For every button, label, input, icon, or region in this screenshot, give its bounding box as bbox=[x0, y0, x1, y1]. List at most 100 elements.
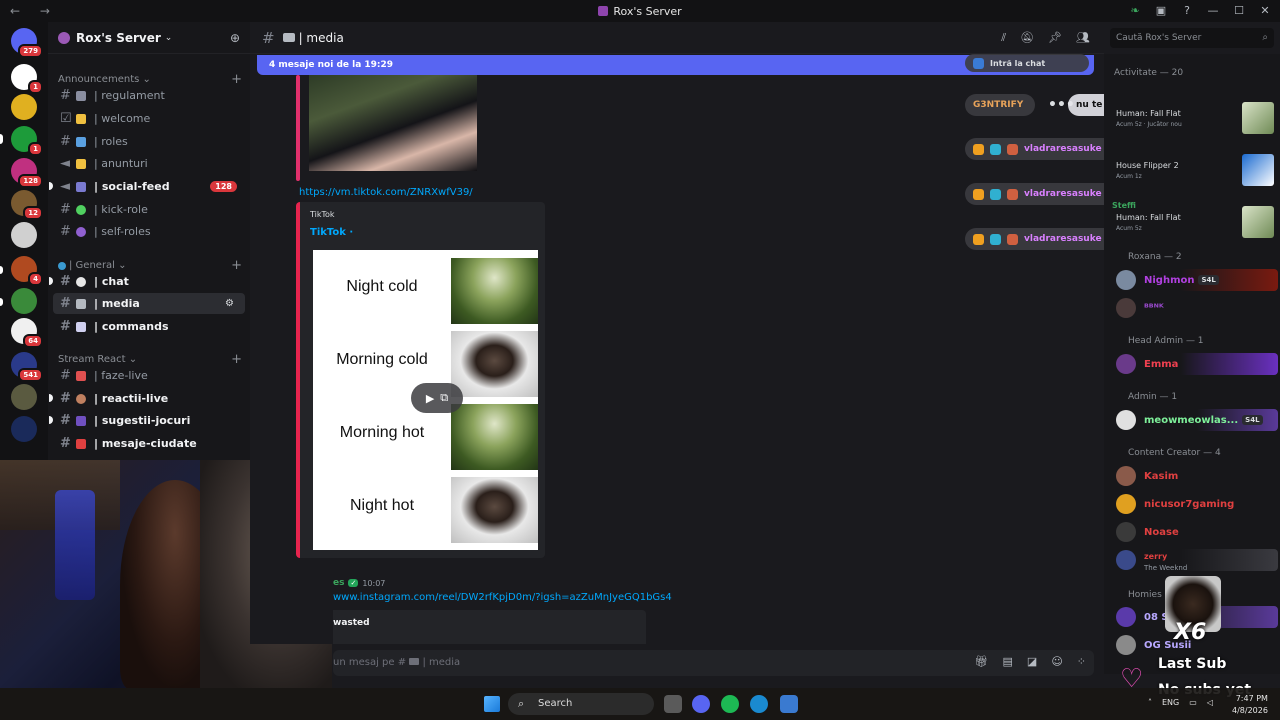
unread-pill bbox=[0, 266, 3, 274]
server-icon[interactable] bbox=[11, 384, 37, 410]
composer-placeholder: un mesaj pe # | media bbox=[333, 657, 461, 668]
gif-icon[interactable]: ▤ bbox=[1003, 655, 1013, 668]
apps-icon[interactable]: ⁘ bbox=[1077, 655, 1086, 668]
server-icon[interactable]: 1 bbox=[11, 64, 43, 94]
inbox-icon[interactable]: ▣ bbox=[1154, 3, 1168, 17]
threads-icon[interactable]: ⫽ bbox=[1001, 31, 1006, 45]
tiktok-link[interactable]: https://vm.tiktok.com/ZNRXwfV39/ bbox=[299, 187, 473, 198]
channel-roles[interactable]: # | roles bbox=[53, 131, 245, 152]
channel-sidebar: Rox's Server ⌄ ⊕ Announcements ⌄ + # | reg… bbox=[48, 22, 250, 460]
chevron-up-icon: ˄ bbox=[1148, 698, 1152, 707]
channel-sugestii-jocuri[interactable]: # | sugestii-jocuri bbox=[49, 410, 245, 431]
network-icon: ▭ bbox=[1189, 698, 1197, 707]
taskbar-search[interactable]: ⌕ Search bbox=[508, 693, 654, 715]
server-icon[interactable] bbox=[11, 416, 37, 442]
checkbox-icon: ☑ bbox=[60, 111, 72, 126]
member-row[interactable]: zerry The Weeknd bbox=[1116, 549, 1278, 572]
embed-title[interactable]: TikTok · bbox=[310, 227, 353, 238]
server-icon[interactable]: 541 bbox=[11, 352, 43, 382]
gift-icon[interactable]: 🎁︎ bbox=[975, 655, 989, 668]
channel-self-roles[interactable]: # | self-roles bbox=[53, 221, 245, 242]
system-tray[interactable]: ˄ ENG ▭ ◁ bbox=[1148, 698, 1213, 707]
channel-kick-role[interactable]: # | kick-role bbox=[53, 199, 245, 220]
channel-media[interactable]: # | media ⚙ bbox=[53, 293, 245, 314]
channel-commands[interactable]: # | commands bbox=[53, 316, 245, 337]
server-icon[interactable]: 4 bbox=[11, 256, 43, 286]
face-image bbox=[451, 331, 538, 397]
windows-start-icon[interactable] bbox=[484, 696, 500, 712]
server-logo-icon bbox=[598, 5, 609, 16]
task-view-icon[interactable] bbox=[664, 695, 682, 713]
channel-social-feed[interactable]: ◄ | social-feed 128 bbox=[49, 176, 245, 197]
server-icon[interactable] bbox=[11, 222, 37, 248]
member-row[interactable]: Emma bbox=[1116, 353, 1278, 375]
channel-chat[interactable]: # | chat bbox=[49, 271, 245, 292]
edge-icon[interactable] bbox=[750, 695, 768, 713]
activity-card[interactable]: Human: Fall Flat Acum 5z bbox=[1116, 204, 1278, 244]
member-row[interactable]: ᴮᴮᴺᴷ bbox=[1116, 297, 1278, 319]
clock[interactable]: 7:47 PM 4/8/2026 bbox=[1232, 693, 1268, 717]
server-header[interactable]: Rox's Server ⌄ ⊕ bbox=[48, 22, 250, 54]
gamepad-icon bbox=[76, 415, 86, 426]
leaf-icon[interactable]: ❧ bbox=[1128, 3, 1142, 17]
member-row[interactable]: nicusor7gaming bbox=[1116, 493, 1278, 515]
emoji-icon[interactable]: ☺ bbox=[1051, 655, 1062, 668]
embed-image[interactable] bbox=[309, 75, 477, 171]
embed-title[interactable]: wasted bbox=[333, 618, 370, 628]
activity-card[interactable]: Human: Fall Flat Acum 5z · Jucător nou bbox=[1116, 100, 1278, 140]
embed-accent-bar bbox=[296, 75, 300, 181]
discord-icon[interactable] bbox=[692, 695, 710, 713]
megaphone-icon: ◄ bbox=[60, 156, 70, 171]
avatar bbox=[1116, 298, 1136, 318]
maximize-icon[interactable]: ☐ bbox=[1232, 3, 1246, 17]
window-title: Rox's Server bbox=[0, 5, 1280, 18]
pin-icon[interactable]: 📌︎ bbox=[1048, 31, 1062, 45]
search-input[interactable]: Caută Rox's Server ⌕ bbox=[1110, 28, 1274, 48]
help-icon[interactable]: ? bbox=[1180, 3, 1194, 17]
sticker-icon[interactable]: ◪ bbox=[1027, 655, 1037, 668]
channel-anunturi[interactable]: ◄ | anunturi bbox=[53, 153, 245, 174]
member-row[interactable]: meowmeowlas... S4L bbox=[1116, 409, 1278, 431]
hash-icon: # bbox=[60, 274, 71, 289]
role-header: Head Admin — 1 bbox=[1128, 336, 1204, 346]
embed-video-thumbnail[interactable]: Night cold Morning cold Morning hot Nigh… bbox=[313, 250, 538, 550]
wave-icon bbox=[76, 113, 86, 124]
game-thumbnail bbox=[1242, 154, 1274, 186]
server-rail: 279 1 1 128 12 4 64 541 bbox=[0, 22, 48, 460]
member-list-icon[interactable]: 👥︎ bbox=[1076, 31, 1090, 45]
server-icon[interactable] bbox=[11, 288, 37, 314]
instagram-link[interactable]: www.instagram.com/reel/DW2rfKpjD0m/?igsh… bbox=[333, 592, 672, 603]
notifications-muted-icon[interactable]: 🔕︎ bbox=[1020, 31, 1034, 45]
meme-caption: Morning hot bbox=[339, 424, 425, 441]
search-icon: ⌕ bbox=[1262, 32, 1268, 43]
member-row[interactable]: Nighmon S4L bbox=[1116, 269, 1278, 291]
channel-welcome[interactable]: ☑ | welcome bbox=[53, 108, 245, 129]
channel-reactii-live[interactable]: # | reactii-live bbox=[49, 388, 245, 409]
add-member-icon[interactable]: ⊕ bbox=[230, 31, 240, 45]
unread-pill bbox=[0, 298, 3, 306]
channel-mesaje-ciudate[interactable]: # | mesaje-ciudate bbox=[53, 433, 245, 454]
play-video-button[interactable]: ▶ ⧉ bbox=[411, 383, 463, 413]
server-icon[interactable]: 1 bbox=[11, 126, 43, 156]
channel-regulament[interactable]: # | regulament bbox=[53, 85, 245, 106]
minimize-icon[interactable]: — bbox=[1206, 3, 1220, 17]
server-icon[interactable]: 12 bbox=[11, 190, 43, 220]
nav-arrows[interactable]: ← → bbox=[10, 4, 58, 18]
embed-provider: TikTok bbox=[310, 210, 335, 219]
close-icon[interactable]: ✕ bbox=[1258, 3, 1272, 17]
media-icon bbox=[76, 298, 86, 309]
server-icon[interactable] bbox=[11, 94, 37, 120]
channel-faze-live[interactable]: # | faze-live bbox=[53, 365, 245, 386]
channel-settings-icon[interactable]: ⚙ bbox=[225, 298, 237, 309]
stream-sub-widget: X6 ♡ Last Sub No subs yet bbox=[1110, 576, 1280, 698]
author-name[interactable]: es bbox=[333, 578, 344, 588]
server-icon[interactable]: 128 bbox=[11, 158, 43, 188]
activity-card[interactable]: House Flipper 2 Acum 1z bbox=[1116, 152, 1278, 192]
direct-messages-icon[interactable]: 279 bbox=[11, 28, 43, 58]
member-row[interactable]: Noase bbox=[1116, 521, 1278, 543]
member-row[interactable]: Kasim bbox=[1116, 465, 1278, 487]
server-icon[interactable]: 64 bbox=[11, 318, 43, 348]
app-icon[interactable] bbox=[780, 695, 798, 713]
spotify-icon[interactable] bbox=[721, 695, 739, 713]
message-composer[interactable]: un mesaj pe # | media 🎁︎ ▤ ◪ ☺ ⁘ bbox=[333, 650, 1094, 676]
